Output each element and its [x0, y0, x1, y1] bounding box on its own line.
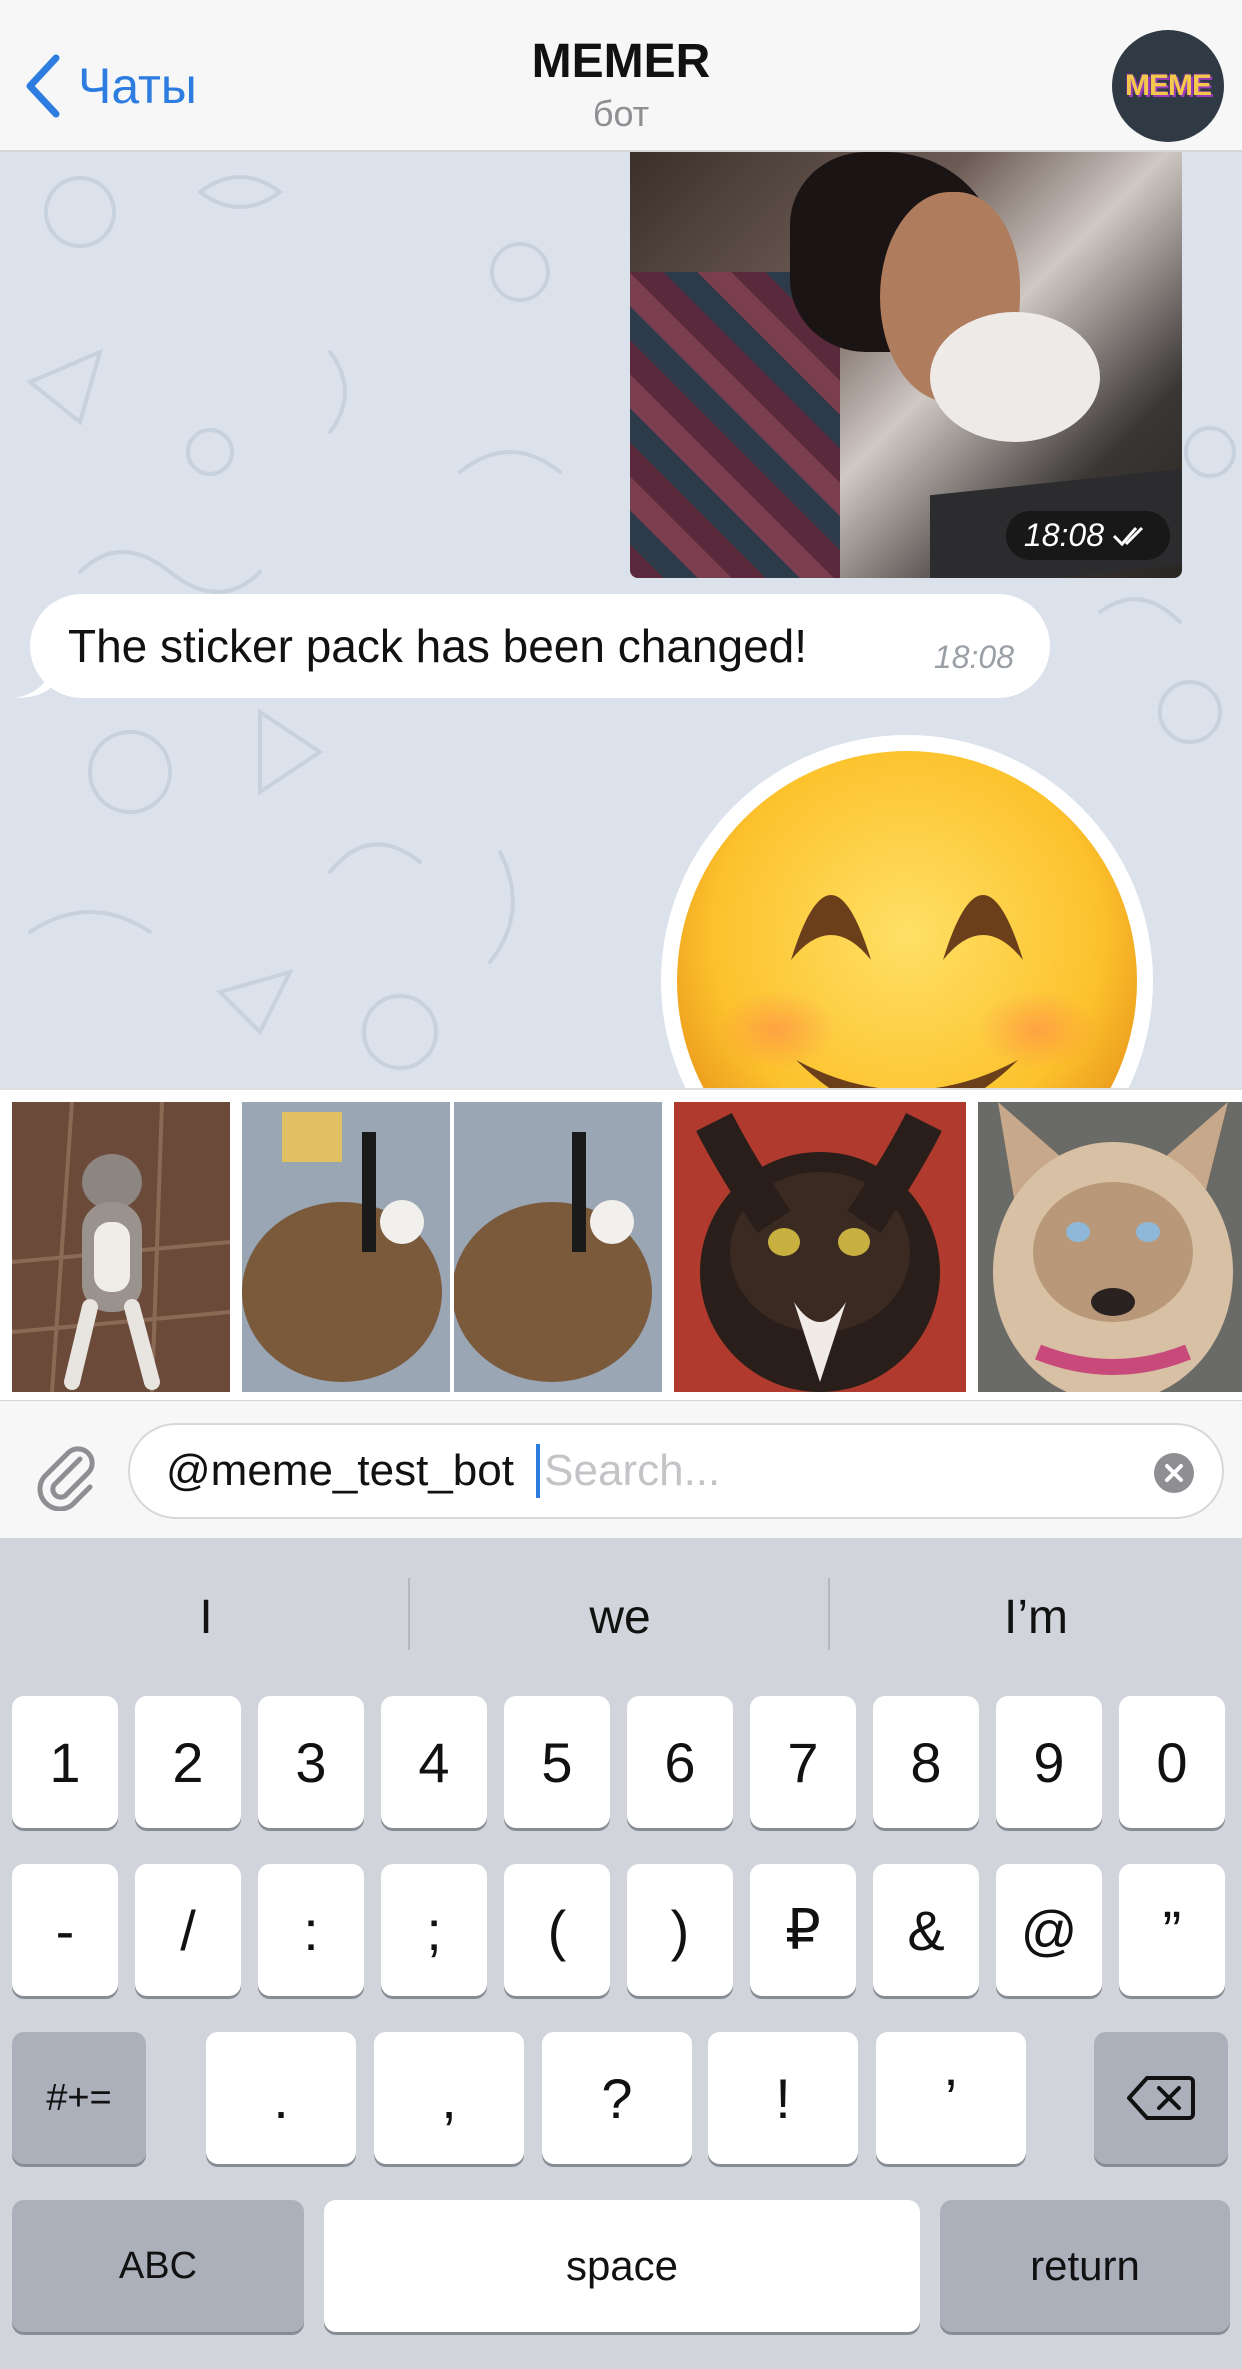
key-6[interactable]: 6: [627, 1696, 733, 1828]
inline-results-strip[interactable]: [0, 1088, 1242, 1400]
key-return[interactable]: return: [940, 2200, 1230, 2332]
message-input-bar: @meme_test_bot Search...: [0, 1400, 1242, 1538]
result-calico-cat[interactable]: [674, 1102, 966, 1392]
clear-x-glyph: [1165, 1464, 1183, 1482]
key-4[interactable]: 4: [381, 1696, 487, 1828]
key-9[interactable]: 9: [996, 1696, 1102, 1828]
key-space[interactable]: space: [324, 2200, 920, 2332]
result-cat-with-gun[interactable]: [242, 1102, 662, 1392]
key-7[interactable]: 7: [750, 1696, 856, 1828]
paperclip-icon[interactable]: [28, 1437, 102, 1511]
keyboard: I we I’m 1 2 3 4 5 6 7 8 9 0 - / : ; ( )…: [0, 1538, 1242, 2369]
bubble-tail: [14, 664, 54, 698]
key-1[interactable]: 1: [12, 1696, 118, 1828]
photo-message[interactable]: 18:08: [630, 152, 1182, 578]
key-8[interactable]: 8: [873, 1696, 979, 1828]
inline-query-field[interactable]: @meme_test_bot Search...: [128, 1423, 1224, 1519]
key-ampersand[interactable]: &: [873, 1864, 979, 1996]
key-hyphen[interactable]: -: [12, 1864, 118, 1996]
key-question[interactable]: ?: [542, 2032, 692, 2164]
chat-area[interactable]: 18:08 The sticker pack has been changed!…: [0, 152, 1242, 1088]
key-ruble[interactable]: ₽: [750, 1864, 856, 1996]
suggestion-2[interactable]: we: [414, 1578, 826, 1658]
bot-username-prefix: @meme_test_bot: [166, 1446, 527, 1495]
avatar[interactable]: MEME: [1112, 30, 1224, 142]
text-message[interactable]: The sticker pack has been changed! 18:08: [14, 594, 1050, 698]
key-close-paren[interactable]: ): [627, 1864, 733, 1996]
smiling-face-sticker[interactable]: [656, 730, 1158, 1088]
message-time: 18:08: [933, 639, 1014, 675]
nav-bar: Чаты MEMER бот MEME: [0, 0, 1242, 152]
result-cat-standing[interactable]: [12, 1102, 230, 1392]
photo-time: 18:08: [1023, 517, 1104, 553]
search-placeholder: Search...: [544, 1446, 721, 1495]
chat-title: MEMER: [531, 35, 711, 88]
suggestion-1[interactable]: I: [0, 1578, 412, 1658]
key-at[interactable]: @: [996, 1864, 1102, 1996]
key-period[interactable]: .: [206, 2032, 356, 2164]
key-exclamation[interactable]: !: [708, 2032, 858, 2164]
avatar-logo: MEME: [1125, 69, 1212, 102]
key-abc[interactable]: ABC: [12, 2200, 304, 2332]
double-check-icon: [1112, 526, 1144, 546]
photo-detail: [930, 312, 1100, 442]
key-open-paren[interactable]: (: [504, 1864, 610, 1996]
key-quote[interactable]: ”: [1119, 1864, 1225, 1996]
key-comma[interactable]: ,: [374, 2032, 524, 2164]
clear-icon[interactable]: [1154, 1453, 1194, 1493]
key-semicolon[interactable]: ;: [381, 1864, 487, 1996]
key-5[interactable]: 5: [504, 1696, 610, 1828]
backspace-icon: [1127, 2076, 1195, 2120]
photo-timestamp: 18:08: [1005, 511, 1170, 560]
key-slash[interactable]: /: [135, 1864, 241, 1996]
key-apostrophe[interactable]: ’: [876, 2032, 1026, 2164]
key-2[interactable]: 2: [135, 1696, 241, 1828]
backspace-key[interactable]: [1094, 2032, 1228, 2164]
message-text: The sticker pack has been changed!: [68, 620, 808, 672]
result-husky-dog[interactable]: [978, 1102, 1242, 1392]
chat-subtitle: бот: [592, 93, 650, 134]
text-cursor: [536, 1444, 541, 1498]
predictive-bar: I we I’m: [0, 1538, 1242, 1702]
key-0[interactable]: 0: [1119, 1696, 1225, 1828]
suggestion-divider: [408, 1578, 410, 1650]
suggestion-3[interactable]: I’m: [830, 1578, 1242, 1658]
key-colon[interactable]: :: [258, 1864, 364, 1996]
chat-header[interactable]: MEMER бот: [0, 34, 1242, 135]
key-3[interactable]: 3: [258, 1696, 364, 1828]
key-more-symbols[interactable]: #+=: [12, 2032, 146, 2164]
